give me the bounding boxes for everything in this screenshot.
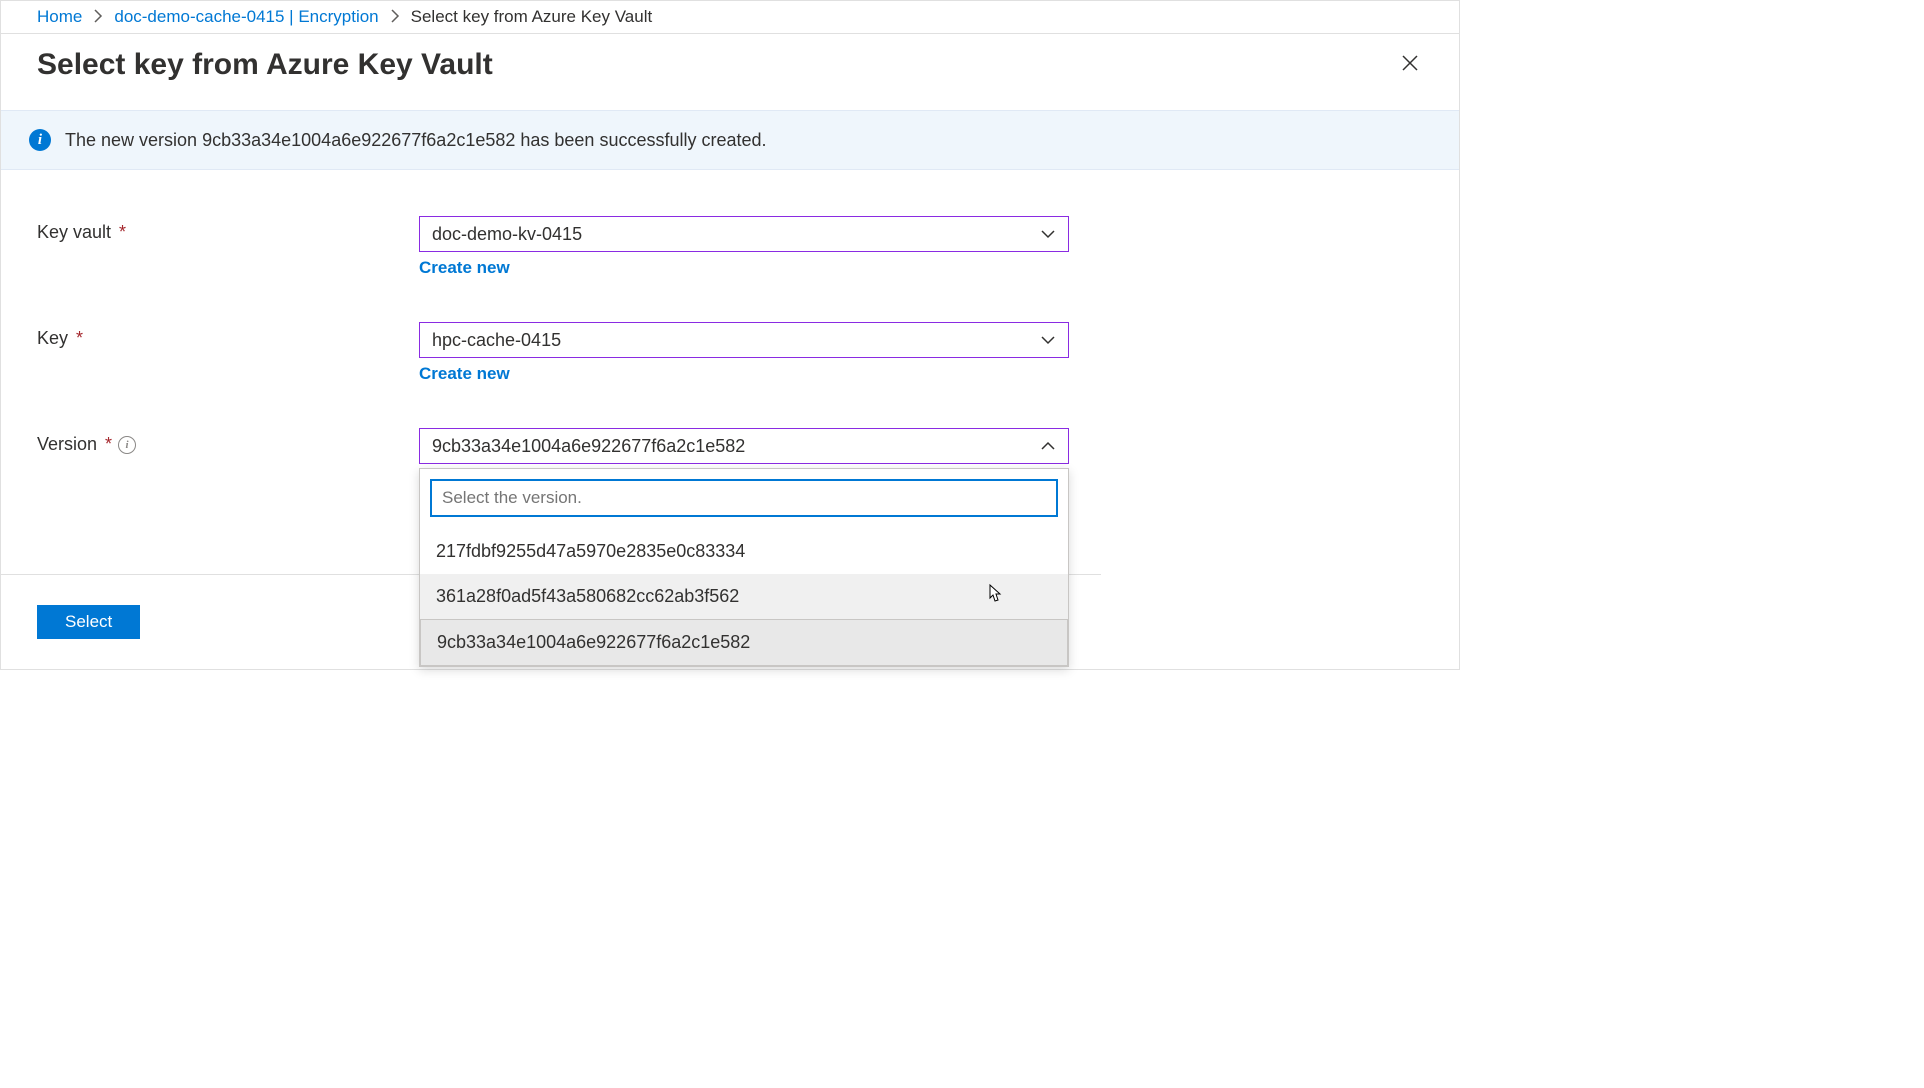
key-vault-select[interactable]: doc-demo-kv-0415 — [419, 216, 1069, 252]
version-label: Version* i — [37, 428, 419, 455]
info-icon: i — [29, 129, 51, 151]
key-select[interactable]: hpc-cache-0415 — [419, 322, 1069, 358]
close-button[interactable] — [1397, 50, 1423, 80]
breadcrumb-parent[interactable]: doc-demo-cache-0415 | Encryption — [114, 7, 378, 27]
select-button[interactable]: Select — [37, 605, 140, 639]
key-create-link[interactable]: Create new — [419, 364, 510, 384]
chevron-right-icon — [90, 8, 106, 27]
key-vault-value: doc-demo-kv-0415 — [432, 224, 582, 245]
chevron-down-icon — [1040, 332, 1056, 348]
chevron-right-icon — [387, 8, 403, 27]
page-title: Select key from Azure Key Vault — [37, 48, 493, 82]
breadcrumb-home[interactable]: Home — [37, 7, 82, 27]
info-banner: i The new version 9cb33a34e1004a6e922677… — [1, 110, 1459, 170]
info-message: The new version 9cb33a34e1004a6e922677f6… — [65, 130, 767, 151]
version-value: 9cb33a34e1004a6e922677f6a2c1e582 — [432, 436, 745, 457]
breadcrumb-current: Select key from Azure Key Vault — [411, 7, 653, 27]
version-option[interactable]: 9cb33a34e1004a6e922677f6a2c1e582 — [420, 619, 1068, 666]
key-value: hpc-cache-0415 — [432, 330, 561, 351]
version-option[interactable]: 361a28f0ad5f43a580682cc62ab3f562 — [420, 574, 1068, 619]
version-option[interactable]: 217fdbf9255d47a5970e2835e0c83334 — [420, 529, 1068, 574]
info-icon[interactable]: i — [118, 436, 136, 454]
chevron-down-icon — [1040, 226, 1056, 242]
key-vault-label: Key vault* — [37, 216, 419, 243]
breadcrumb: Home doc-demo-cache-0415 | Encryption Se… — [1, 1, 1459, 34]
chevron-up-icon — [1040, 438, 1056, 454]
key-label: Key* — [37, 322, 419, 349]
close-icon — [1401, 54, 1419, 72]
version-select[interactable]: 9cb33a34e1004a6e922677f6a2c1e582 — [419, 428, 1069, 464]
version-dropdown: 217fdbf9255d47a5970e2835e0c83334 361a28f… — [419, 468, 1069, 667]
version-search-input[interactable] — [430, 479, 1058, 517]
key-vault-create-link[interactable]: Create new — [419, 258, 510, 278]
cursor-pointer-icon — [982, 582, 1004, 614]
